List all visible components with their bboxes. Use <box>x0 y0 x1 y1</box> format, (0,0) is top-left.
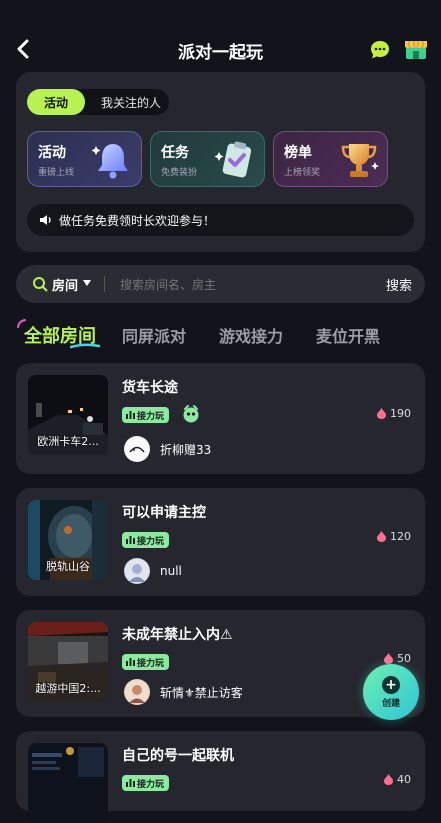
flame-icon <box>377 531 386 542</box>
avatar <box>124 436 150 462</box>
create-room-button[interactable]: + 创建 <box>363 664 419 720</box>
speaker-icon <box>40 215 51 225</box>
heat-count: 50 <box>384 652 411 665</box>
room-owner: null <box>124 558 182 584</box>
avatar <box>124 679 150 705</box>
card-title: 任务 <box>161 145 189 161</box>
heat-count: 190 <box>377 407 411 420</box>
room-name: 货车长途 <box>122 380 178 396</box>
game-emoji-icon <box>183 405 199 423</box>
room-thumbnail: 越游中国2:... <box>28 622 108 702</box>
owner-name: 斩情⚜禁止访客 <box>160 685 243 700</box>
room-thumbnail: 欧洲卡车2... <box>28 375 108 455</box>
card-tasks[interactable]: 任务 免费装扮 <box>150 131 265 187</box>
card-title: 活动 <box>38 145 66 161</box>
search-input[interactable]: 搜索房间名、房主 <box>120 276 216 293</box>
thumbnail-caption: 越游中国2:... <box>35 682 101 695</box>
caret-down-icon[interactable] <box>83 280 91 286</box>
heat-count: 40 <box>384 773 411 786</box>
heat-value: 40 <box>397 773 411 786</box>
badge-label: 接力玩 <box>137 411 165 422</box>
search-scope-select[interactable]: 房间 <box>52 275 78 294</box>
badge-label: 接力玩 <box>137 658 165 669</box>
tab-screen-party[interactable]: 同屏派对 <box>122 323 186 347</box>
heat-value: 50 <box>397 652 411 665</box>
card-title: 榜单 <box>284 145 312 161</box>
room-card[interactable]: 自己的号一起联机 接力玩 40 <box>16 731 425 823</box>
heat-count: 120 <box>377 530 411 543</box>
chat-bubble-icon[interactable] <box>369 39 391 61</box>
card-leaderboard[interactable]: 榜单 上榜领奖 <box>273 131 388 187</box>
flame-icon <box>384 774 393 785</box>
flame-icon <box>384 653 393 664</box>
activity-panel: 活动 我关注的人 活动 重磅上线 任务 免费装扮 榜单 上榜领奖 做任务免费领时… <box>16 72 425 252</box>
search-button[interactable]: 搜索 <box>386 275 412 294</box>
mode-badge: 接力玩 <box>122 654 170 670</box>
create-label: 创建 <box>381 698 400 709</box>
category-tabs: 全部房间 同屏派对 游戏接力 麦位开黑 <box>0 318 441 350</box>
bar-chart-icon <box>126 411 135 419</box>
avatar <box>124 558 150 584</box>
room-card[interactable]: 脱轨山谷 可以申请主控 接力玩 120 null <box>16 488 425 596</box>
room-owner: 斩情⚜禁止访客 <box>124 679 243 705</box>
thumbnail-caption: 欧洲卡车2... <box>37 435 99 448</box>
notice-text: 做任务免费领时长欢迎参与！ <box>59 213 216 228</box>
card-subtitle: 免费装扮 <box>161 168 198 178</box>
flame-icon <box>377 408 386 419</box>
card-activity[interactable]: 活动 重磅上线 <box>27 131 142 187</box>
card-subtitle: 上榜领奖 <box>284 168 321 178</box>
owner-name: 折柳赠33 <box>160 442 212 457</box>
bar-chart-icon <box>126 658 135 666</box>
segment-following[interactable]: 我关注的人 <box>93 89 169 115</box>
card-subtitle: 重磅上线 <box>38 168 75 178</box>
thumbnail-caption: 脱轨山谷 <box>46 560 90 573</box>
room-card[interactable]: 欧洲卡车2... 货车长途 接力玩 190 折柳赠33 <box>16 363 425 474</box>
heat-value: 190 <box>390 407 411 420</box>
room-thumbnail: 脱轨山谷 <box>28 500 108 580</box>
badge-label: 接力玩 <box>137 536 165 547</box>
mode-badge: 接力玩 <box>122 407 170 423</box>
clipboard-check-icon <box>214 141 252 178</box>
room-owner: 折柳赠33 <box>124 436 211 462</box>
search-bar: 房间 搜索房间名、房主 搜索 <box>16 265 425 303</box>
room-name: 自己的号一起联机 <box>122 748 234 764</box>
shop-icon[interactable] <box>403 37 429 61</box>
notice-bar[interactable]: 做任务免费领时长欢迎参与！ <box>27 204 414 236</box>
bell-icon <box>91 144 128 179</box>
divider <box>104 276 105 292</box>
bar-chart-icon <box>126 536 135 544</box>
plus-icon: + <box>382 675 400 694</box>
room-thumbnail <box>28 743 108 823</box>
tab-game-relay[interactable]: 游戏接力 <box>219 323 283 347</box>
room-name: 可以申请主控 <box>122 505 206 521</box>
mode-badge: 接力玩 <box>122 532 170 548</box>
tab-underline-icon <box>70 343 100 349</box>
search-icon <box>33 277 48 292</box>
heat-value: 120 <box>390 530 411 543</box>
room-name: 未成年禁止入内⚠ <box>122 627 233 643</box>
mode-badge: 接力玩 <box>122 775 170 791</box>
game-menu-image <box>28 743 108 823</box>
trophy-icon <box>341 144 379 177</box>
tab-voice-team[interactable]: 麦位开黑 <box>316 323 380 347</box>
segment-activity[interactable]: 活动 <box>27 89 85 115</box>
bar-chart-icon <box>126 779 135 787</box>
badge-label: 接力玩 <box>137 779 165 790</box>
segment-control: 活动 我关注的人 <box>27 89 169 115</box>
owner-name: null <box>160 564 182 578</box>
